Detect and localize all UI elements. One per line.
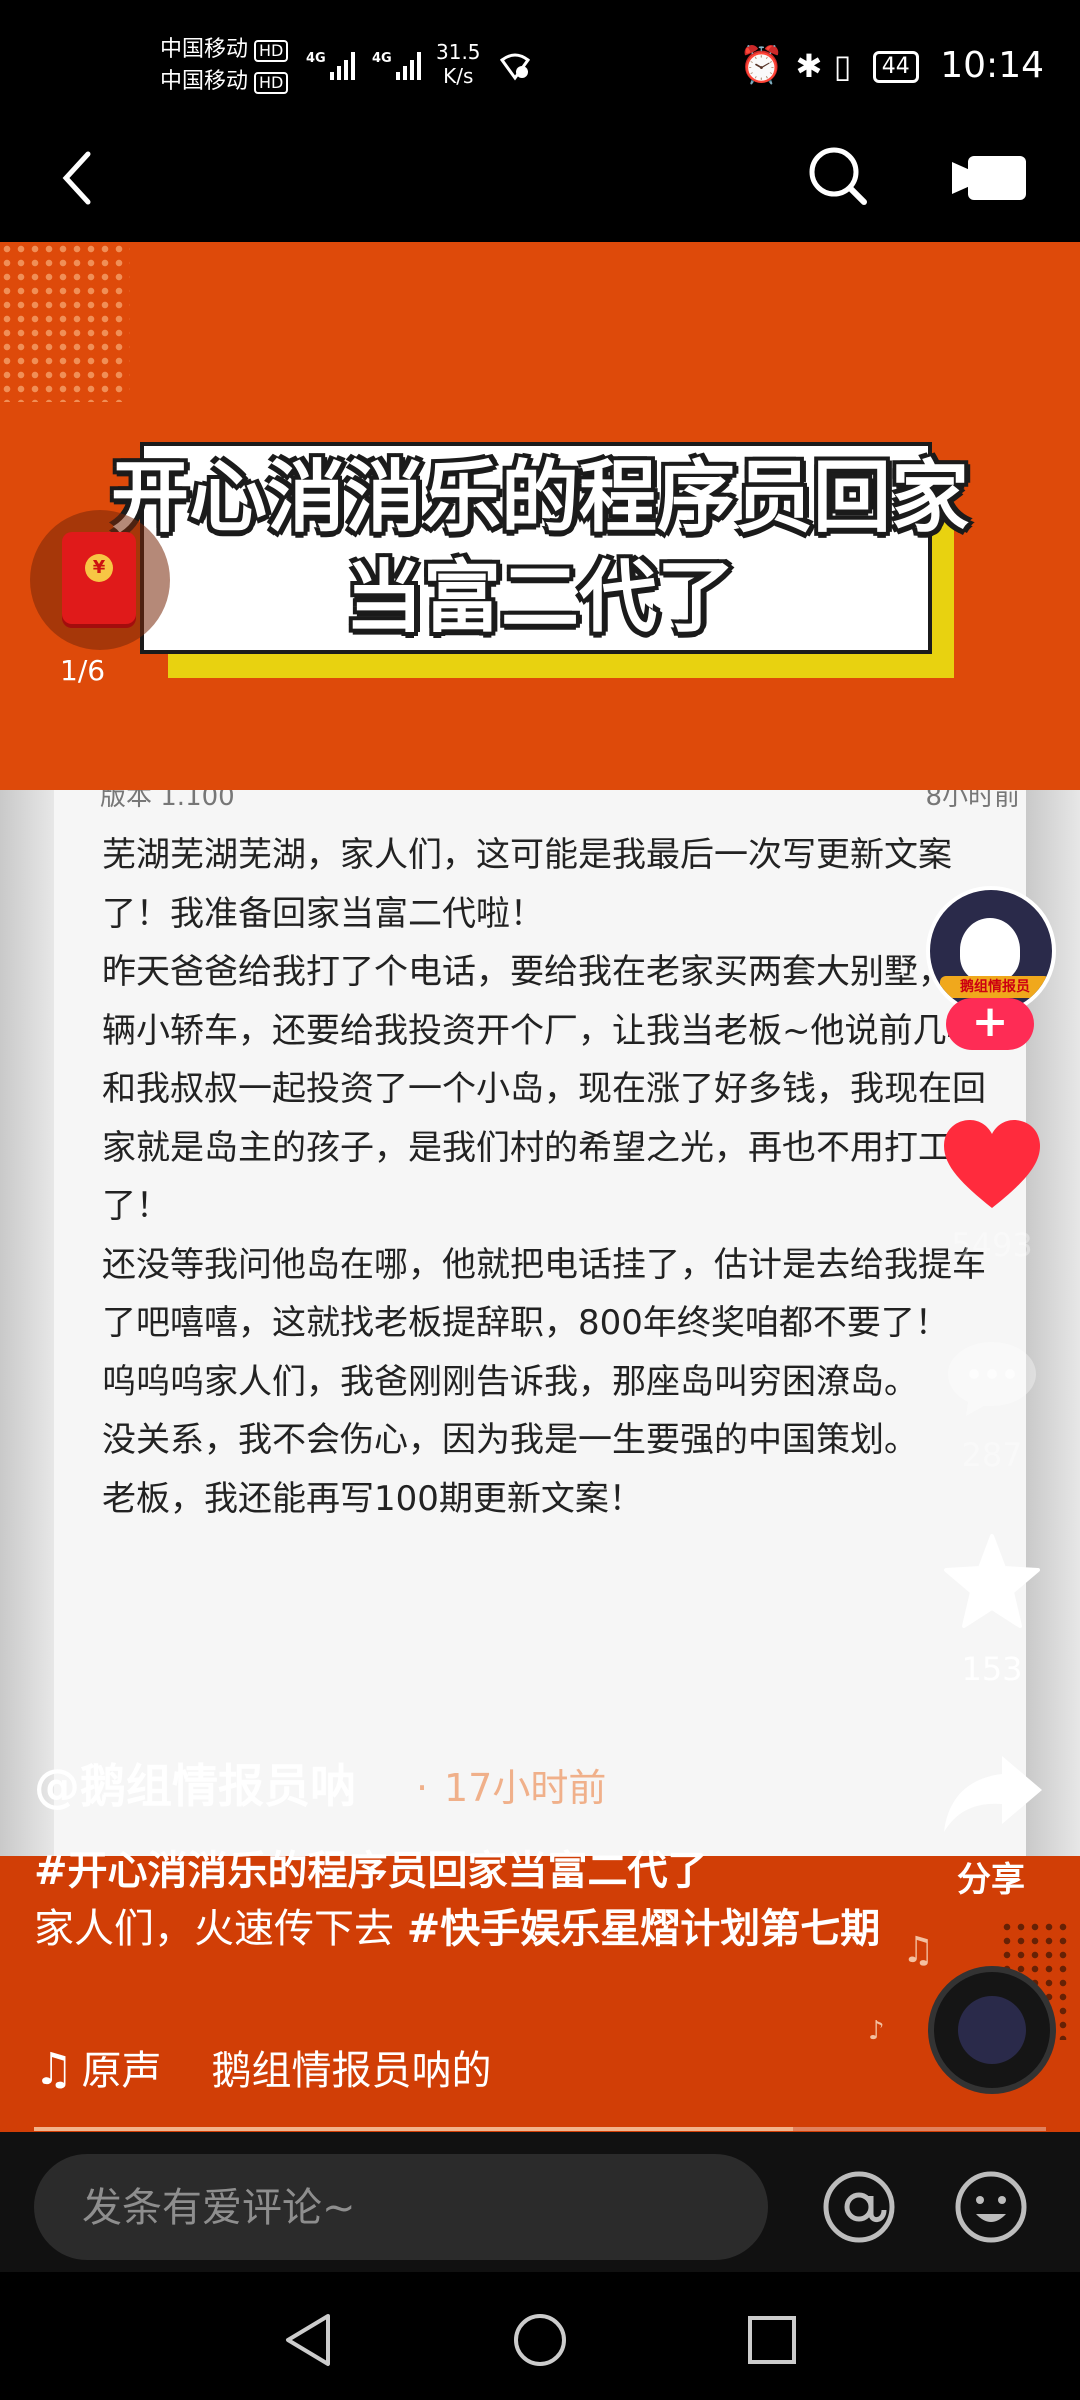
alarm-icon: ⏰ xyxy=(739,45,785,86)
at-icon xyxy=(823,2171,895,2243)
music-info[interactable]: ♫ 原声 鹅组情报员呐的 xyxy=(34,2040,491,2101)
bluetooth-icon: ✱ xyxy=(795,47,823,85)
square-recents-icon xyxy=(748,2316,796,2364)
svg-text:4G: 4G xyxy=(306,51,326,66)
back-arrow-icon xyxy=(62,151,91,205)
avatar-label: 鹅组情报员 xyxy=(940,976,1050,998)
vibrate-icon: ▯ xyxy=(833,47,852,85)
music-note-icon: ♫ xyxy=(902,1930,935,1971)
clock: 10:14 xyxy=(940,45,1044,86)
heart-icon xyxy=(944,1120,1040,1208)
video-progress-fill xyxy=(34,2127,793,2131)
music-note-icon: ♫ xyxy=(34,2044,74,2095)
goose-icon xyxy=(960,918,1020,982)
signal-icon-2: 4G xyxy=(372,48,428,90)
blur-left xyxy=(0,790,54,1856)
battery-indicator: 44 xyxy=(872,51,919,83)
comment-placeholder: 发条有爱评论~ xyxy=(82,2185,356,2231)
separator-dot: · xyxy=(416,1766,429,1810)
status-right: ⏰ ✱ ▯ 44 10:14 xyxy=(739,46,1044,86)
update-notes-document: 版本 1.100 8小时前 芜湖芜湖芜湖，家人们，这可能是我最后一次写更新文案了… xyxy=(54,790,1026,1856)
doc-paragraph: 昨天爸爸给我打了个电话，要给我在老家买两套大别墅，三辆小轿车，还要给我投资开个厂… xyxy=(102,952,986,1226)
doc-paragraph: 呜呜呜家人们，我爸刚刚告诉我，那座岛叫穷困潦岛。 xyxy=(102,1361,918,1402)
network-speed: 31.5 K/s xyxy=(436,40,481,88)
doc-paragraph: 还没等我问他岛在哪，他就把电话挂了，估计是去给我提车了吧嘻嘻，这就找老板提辞职，… xyxy=(102,1244,986,1344)
follow-button[interactable]: + xyxy=(946,998,1034,1050)
doc-paragraph: 芜湖芜湖芜湖，家人们，这可能是我最后一次写更新文案了！我准备回家当富二代啦！ xyxy=(102,835,952,934)
caption-description: 家人们，火速传下去 #快手娱乐星熠计划第七期 xyxy=(34,1906,881,1952)
nav-home-button[interactable] xyxy=(512,2312,568,2368)
disc-cover xyxy=(958,1996,1026,2064)
share-arrow-icon xyxy=(944,1756,1042,1832)
search-icon xyxy=(809,147,867,205)
favorite-button[interactable] xyxy=(940,1532,1044,1632)
svg-text:4G: 4G xyxy=(372,51,392,66)
carrier-info: 中国移动 HD 中国移动 HD xyxy=(160,34,289,98)
emoji-button[interactable] xyxy=(954,2170,1028,2244)
star-icon xyxy=(944,1534,1040,1628)
search-button[interactable] xyxy=(806,144,870,208)
camera-icon xyxy=(952,156,1026,200)
comment-icon xyxy=(948,1342,1036,1416)
doc-paragraph: 老板，我还能再写100期更新文案！ xyxy=(102,1478,643,1519)
red-packet-count: 1/6 xyxy=(60,654,106,687)
like-count: 5493 xyxy=(951,1226,1033,1264)
hashtag-title-link[interactable]: #开心消消乐的程序员回家当富二代了 xyxy=(34,1842,894,1900)
doc-text: 芜湖芜湖芜湖，家人们，这可能是我最后一次写更新文案了！我准备回家当富二代啦！ 昨… xyxy=(102,826,1012,1528)
share-button[interactable] xyxy=(940,1752,1046,1836)
back-button[interactable] xyxy=(58,148,102,208)
vpn-icon xyxy=(498,52,532,86)
top-nav xyxy=(0,140,1080,242)
signal-icon-1: 4G xyxy=(306,48,362,90)
share-label: 分享 xyxy=(957,1860,1025,1900)
nav-recents-button[interactable] xyxy=(746,2314,798,2366)
doc-header: 版本 1.100 8小时前 xyxy=(100,790,1020,812)
hashtag-link[interactable]: #快手娱乐星熠计划第七期 xyxy=(407,1906,881,1952)
nav-back-button[interactable] xyxy=(282,2312,334,2368)
comment-count: 287 xyxy=(961,1436,1023,1474)
favorite-count: 153 xyxy=(961,1650,1023,1688)
music-disc-button[interactable] xyxy=(928,1966,1056,2094)
red-packet-icon[interactable]: ¥ xyxy=(62,532,136,624)
triangle-back-icon xyxy=(286,2314,330,2366)
circle-home-icon xyxy=(514,2314,566,2366)
emoji-icon xyxy=(955,2171,1027,2243)
music-note-icon: ♪ xyxy=(868,2016,885,2046)
doc-paragraph: 没关系，我不会伤心，因为我是一生要强的中国策划。 xyxy=(102,1420,918,1460)
author-name-link[interactable]: @鹅组情报员呐 xyxy=(34,1756,356,1816)
decor-dots xyxy=(0,242,130,402)
like-button[interactable] xyxy=(942,1118,1042,1214)
comment-button[interactable] xyxy=(944,1338,1040,1418)
camera-button[interactable] xyxy=(952,152,1028,204)
mention-button[interactable] xyxy=(822,2170,896,2244)
video-headline: 开心消消乐的程序员回家 当富二代了 xyxy=(110,453,969,643)
post-time: 17小时前 xyxy=(444,1766,607,1810)
